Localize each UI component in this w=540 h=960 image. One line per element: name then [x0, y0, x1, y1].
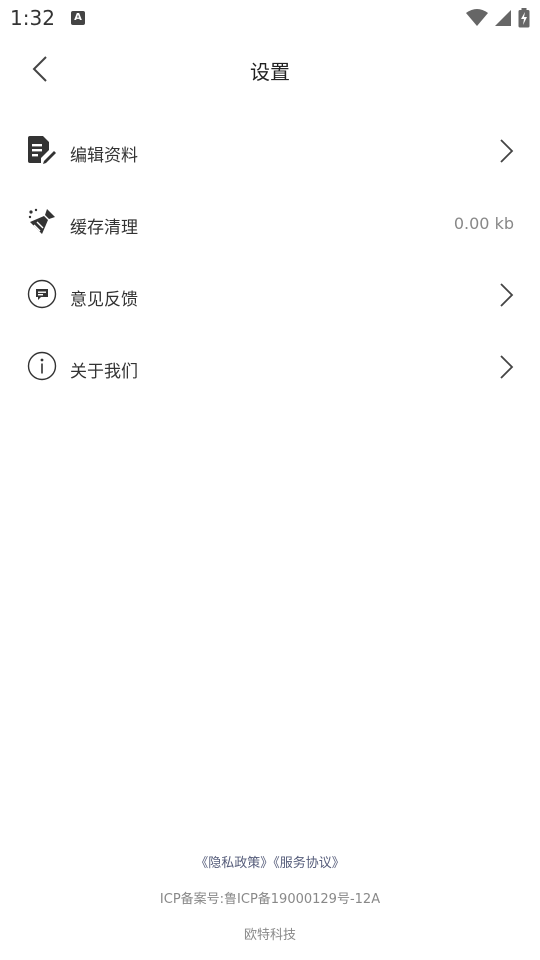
service-agreement-link[interactable]: 《服务协议》 — [273, 856, 345, 871]
status-icons — [466, 7, 530, 29]
signal-icon — [495, 10, 511, 26]
chevron-right-icon — [500, 355, 514, 379]
status-bar: 1:32 A — [0, 0, 540, 36]
page-title: 设置 — [250, 60, 290, 84]
header: 设置 — [0, 36, 540, 102]
company-name: 欧特科技 — [243, 928, 296, 943]
privacy-policy-link[interactable]: 《隐私政策》 — [195, 856, 273, 871]
wifi-icon — [466, 9, 488, 26]
menu-item-edit-profile[interactable]: 编辑资料 — [0, 116, 540, 188]
menu-item-label: 关于我们 — [70, 362, 138, 382]
chevron-right-icon — [500, 139, 514, 163]
footer-links: 《隐私政策》《服务协议》 — [0, 852, 540, 871]
info-icon — [26, 350, 58, 382]
settings-menu: 编辑资料 缓存清理 0.00 kb 意见反馈 关于我们 — [0, 116, 540, 404]
menu-item-label: 缓存清理 — [70, 218, 138, 238]
menu-item-about-us[interactable]: 关于我们 — [0, 332, 540, 404]
menu-item-label: 意见反馈 — [70, 290, 138, 310]
chevron-right-icon — [500, 283, 514, 307]
icp-record: ICP备案号:鲁ICP备19000129号-12A — [159, 892, 381, 907]
edit-document-icon — [26, 134, 58, 166]
menu-item-clear-cache[interactable]: 缓存清理 0.00 kb — [0, 188, 540, 260]
broom-icon — [26, 206, 58, 238]
notification-icon: A — [71, 11, 85, 25]
footer: 《隐私政策》《服务协议》 ICP备案号:鲁ICP备19000129号-12A 欧… — [0, 852, 540, 943]
menu-item-feedback[interactable]: 意见反馈 — [0, 260, 540, 332]
feedback-icon — [26, 278, 58, 310]
battery-icon — [518, 8, 530, 28]
cache-size-value: 0.00 kb — [453, 214, 514, 233]
menu-item-label: 编辑资料 — [70, 146, 138, 166]
status-time: 1:32 — [10, 6, 55, 30]
